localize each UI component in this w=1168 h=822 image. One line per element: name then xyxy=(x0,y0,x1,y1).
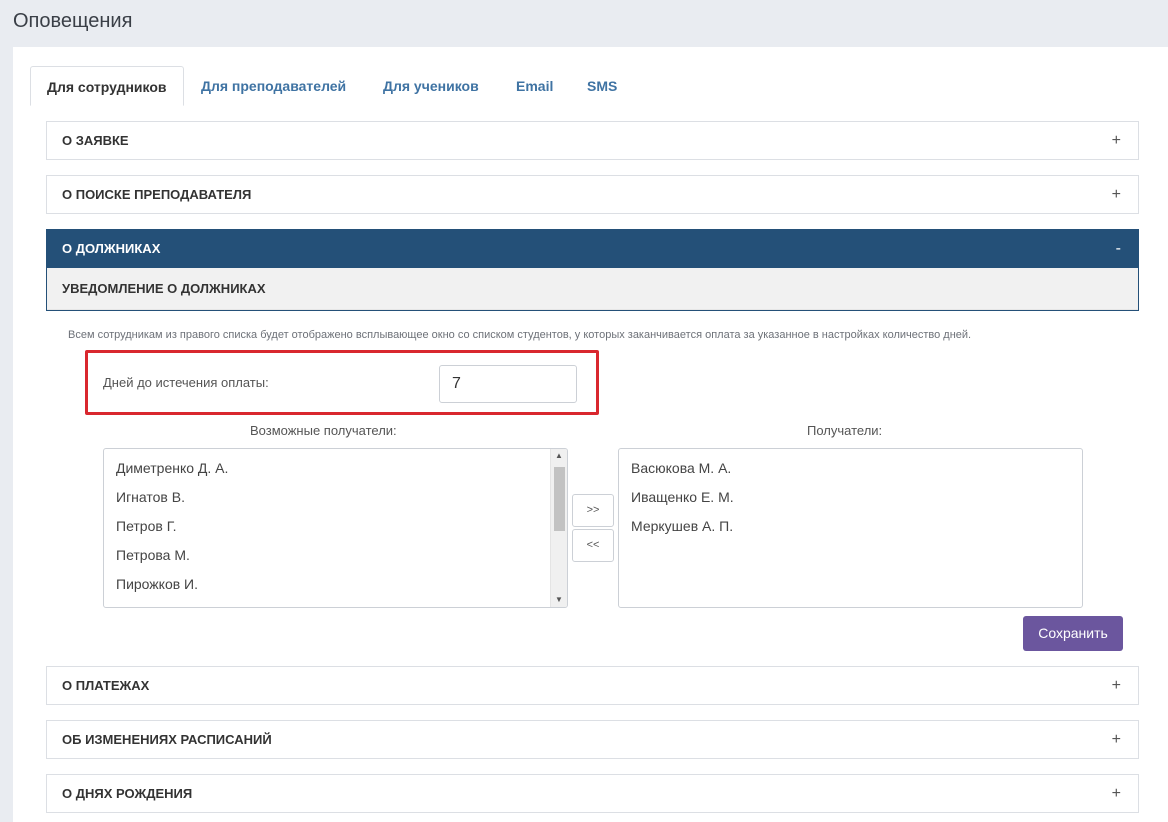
section-request[interactable]: О ЗАЯВКЕ + xyxy=(46,121,1139,160)
list-item[interactable]: Иващенко Е. М. xyxy=(619,478,1082,507)
add-recipient-button[interactable]: >> xyxy=(572,494,614,527)
list-item[interactable]: Петрова М. xyxy=(104,536,567,565)
section-title: ОБ ИЗМЕНЕНИЯХ РАСПИСАНИЙ xyxy=(62,732,272,747)
section-birthdays-header[interactable]: О ДНЯХ РОЖДЕНИЯ + xyxy=(47,775,1138,812)
recipients-list[interactable]: Васюкова М. А. Иващенко Е. М. Меркушев А… xyxy=(618,448,1083,608)
section-schedule-changes-header[interactable]: ОБ ИЗМЕНЕНИЯХ РАСПИСАНИЙ + xyxy=(47,721,1138,758)
tab-teachers[interactable]: Для преподавателей xyxy=(185,66,362,106)
page-title: Оповещения xyxy=(13,10,133,32)
tab-email[interactable]: Email xyxy=(500,66,569,106)
scroll-thumb[interactable] xyxy=(554,467,565,531)
section-title: О ПОИСКЕ ПРЕПОДАВАТЕЛЯ xyxy=(62,187,252,202)
section-payments[interactable]: О ПЛАТЕЖАХ + xyxy=(46,666,1139,705)
section-title: О ДНЯХ РОЖДЕНИЯ xyxy=(62,786,193,801)
expand-icon[interactable]: + xyxy=(1112,122,1123,159)
section-title: О ДОЛЖНИКАХ xyxy=(62,241,161,256)
section-teacher-search[interactable]: О ПОИСКЕ ПРЕПОДАВАТЕЛЯ + xyxy=(46,175,1139,214)
scroll-up-icon[interactable]: ▲ xyxy=(551,449,567,463)
debtors-subheading: УВЕДОМЛЕНИЕ О ДОЛЖНИКАХ xyxy=(47,268,1138,310)
list-item[interactable]: Петров Г. xyxy=(104,507,567,536)
section-title: О ЗАЯВКЕ xyxy=(62,133,129,148)
debtors-description: Всем сотрудникам из правого списка будет… xyxy=(68,329,972,341)
days-label: Дней до истечения оплаты: xyxy=(103,375,269,390)
section-payments-header[interactable]: О ПЛАТЕЖАХ + xyxy=(47,667,1138,704)
list-item[interactable]: Меркушев А. П. xyxy=(619,507,1082,536)
scrollbar[interactable]: ▲ ▼ xyxy=(550,449,567,607)
section-request-header[interactable]: О ЗАЯВКЕ + xyxy=(47,122,1138,159)
section-schedule-changes[interactable]: ОБ ИЗМЕНЕНИЯХ РАСПИСАНИЙ + xyxy=(46,720,1139,759)
expand-icon[interactable]: + xyxy=(1112,721,1123,758)
list-item[interactable]: Игнатов В. xyxy=(104,478,567,507)
tab-students[interactable]: Для учеников xyxy=(367,66,495,106)
save-button[interactable]: Сохранить xyxy=(1023,616,1123,651)
days-input[interactable]: 7 xyxy=(439,365,577,403)
section-debtors-header[interactable]: О ДОЛЖНИКАХ - xyxy=(47,230,1138,268)
main-card: Для сотрудников Для преподавателей Для у… xyxy=(13,47,1168,822)
expand-icon[interactable]: + xyxy=(1112,667,1123,704)
list-item[interactable]: Пирожков И. xyxy=(104,565,567,594)
tab-employees[interactable]: Для сотрудников xyxy=(30,66,184,106)
list-item[interactable]: Васюкова М. А. xyxy=(619,449,1082,478)
section-birthdays[interactable]: О ДНЯХ РОЖДЕНИЯ + xyxy=(46,774,1139,813)
expand-icon[interactable]: + xyxy=(1112,775,1123,812)
section-title: О ПЛАТЕЖАХ xyxy=(62,678,150,693)
available-recipients-title: Возможные получатели: xyxy=(250,423,397,438)
recipients-title: Получатели: xyxy=(807,423,883,438)
available-recipients-list[interactable]: Диметренко Д. А. Игнатов В. Петров Г. Пе… xyxy=(103,448,568,608)
scroll-down-icon[interactable]: ▼ xyxy=(551,593,567,607)
section-teacher-search-header[interactable]: О ПОИСКЕ ПРЕПОДАВАТЕЛЯ + xyxy=(47,176,1138,213)
remove-recipient-button[interactable]: << xyxy=(572,529,614,562)
collapse-icon[interactable]: - xyxy=(1116,230,1123,268)
expand-icon[interactable]: + xyxy=(1112,176,1123,213)
tab-sms[interactable]: SMS xyxy=(571,66,633,106)
list-item[interactable]: Диметренко Д. А. xyxy=(104,449,567,478)
section-debtors: О ДОЛЖНИКАХ - УВЕДОМЛЕНИЕ О ДОЛЖНИКАХ xyxy=(46,229,1139,311)
